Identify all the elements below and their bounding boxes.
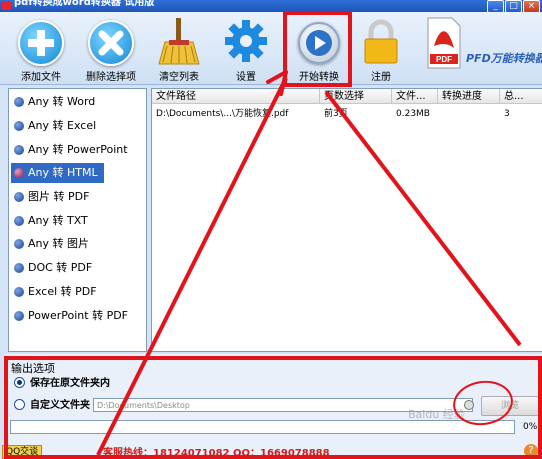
annotation-arrow — [96, 70, 522, 456]
